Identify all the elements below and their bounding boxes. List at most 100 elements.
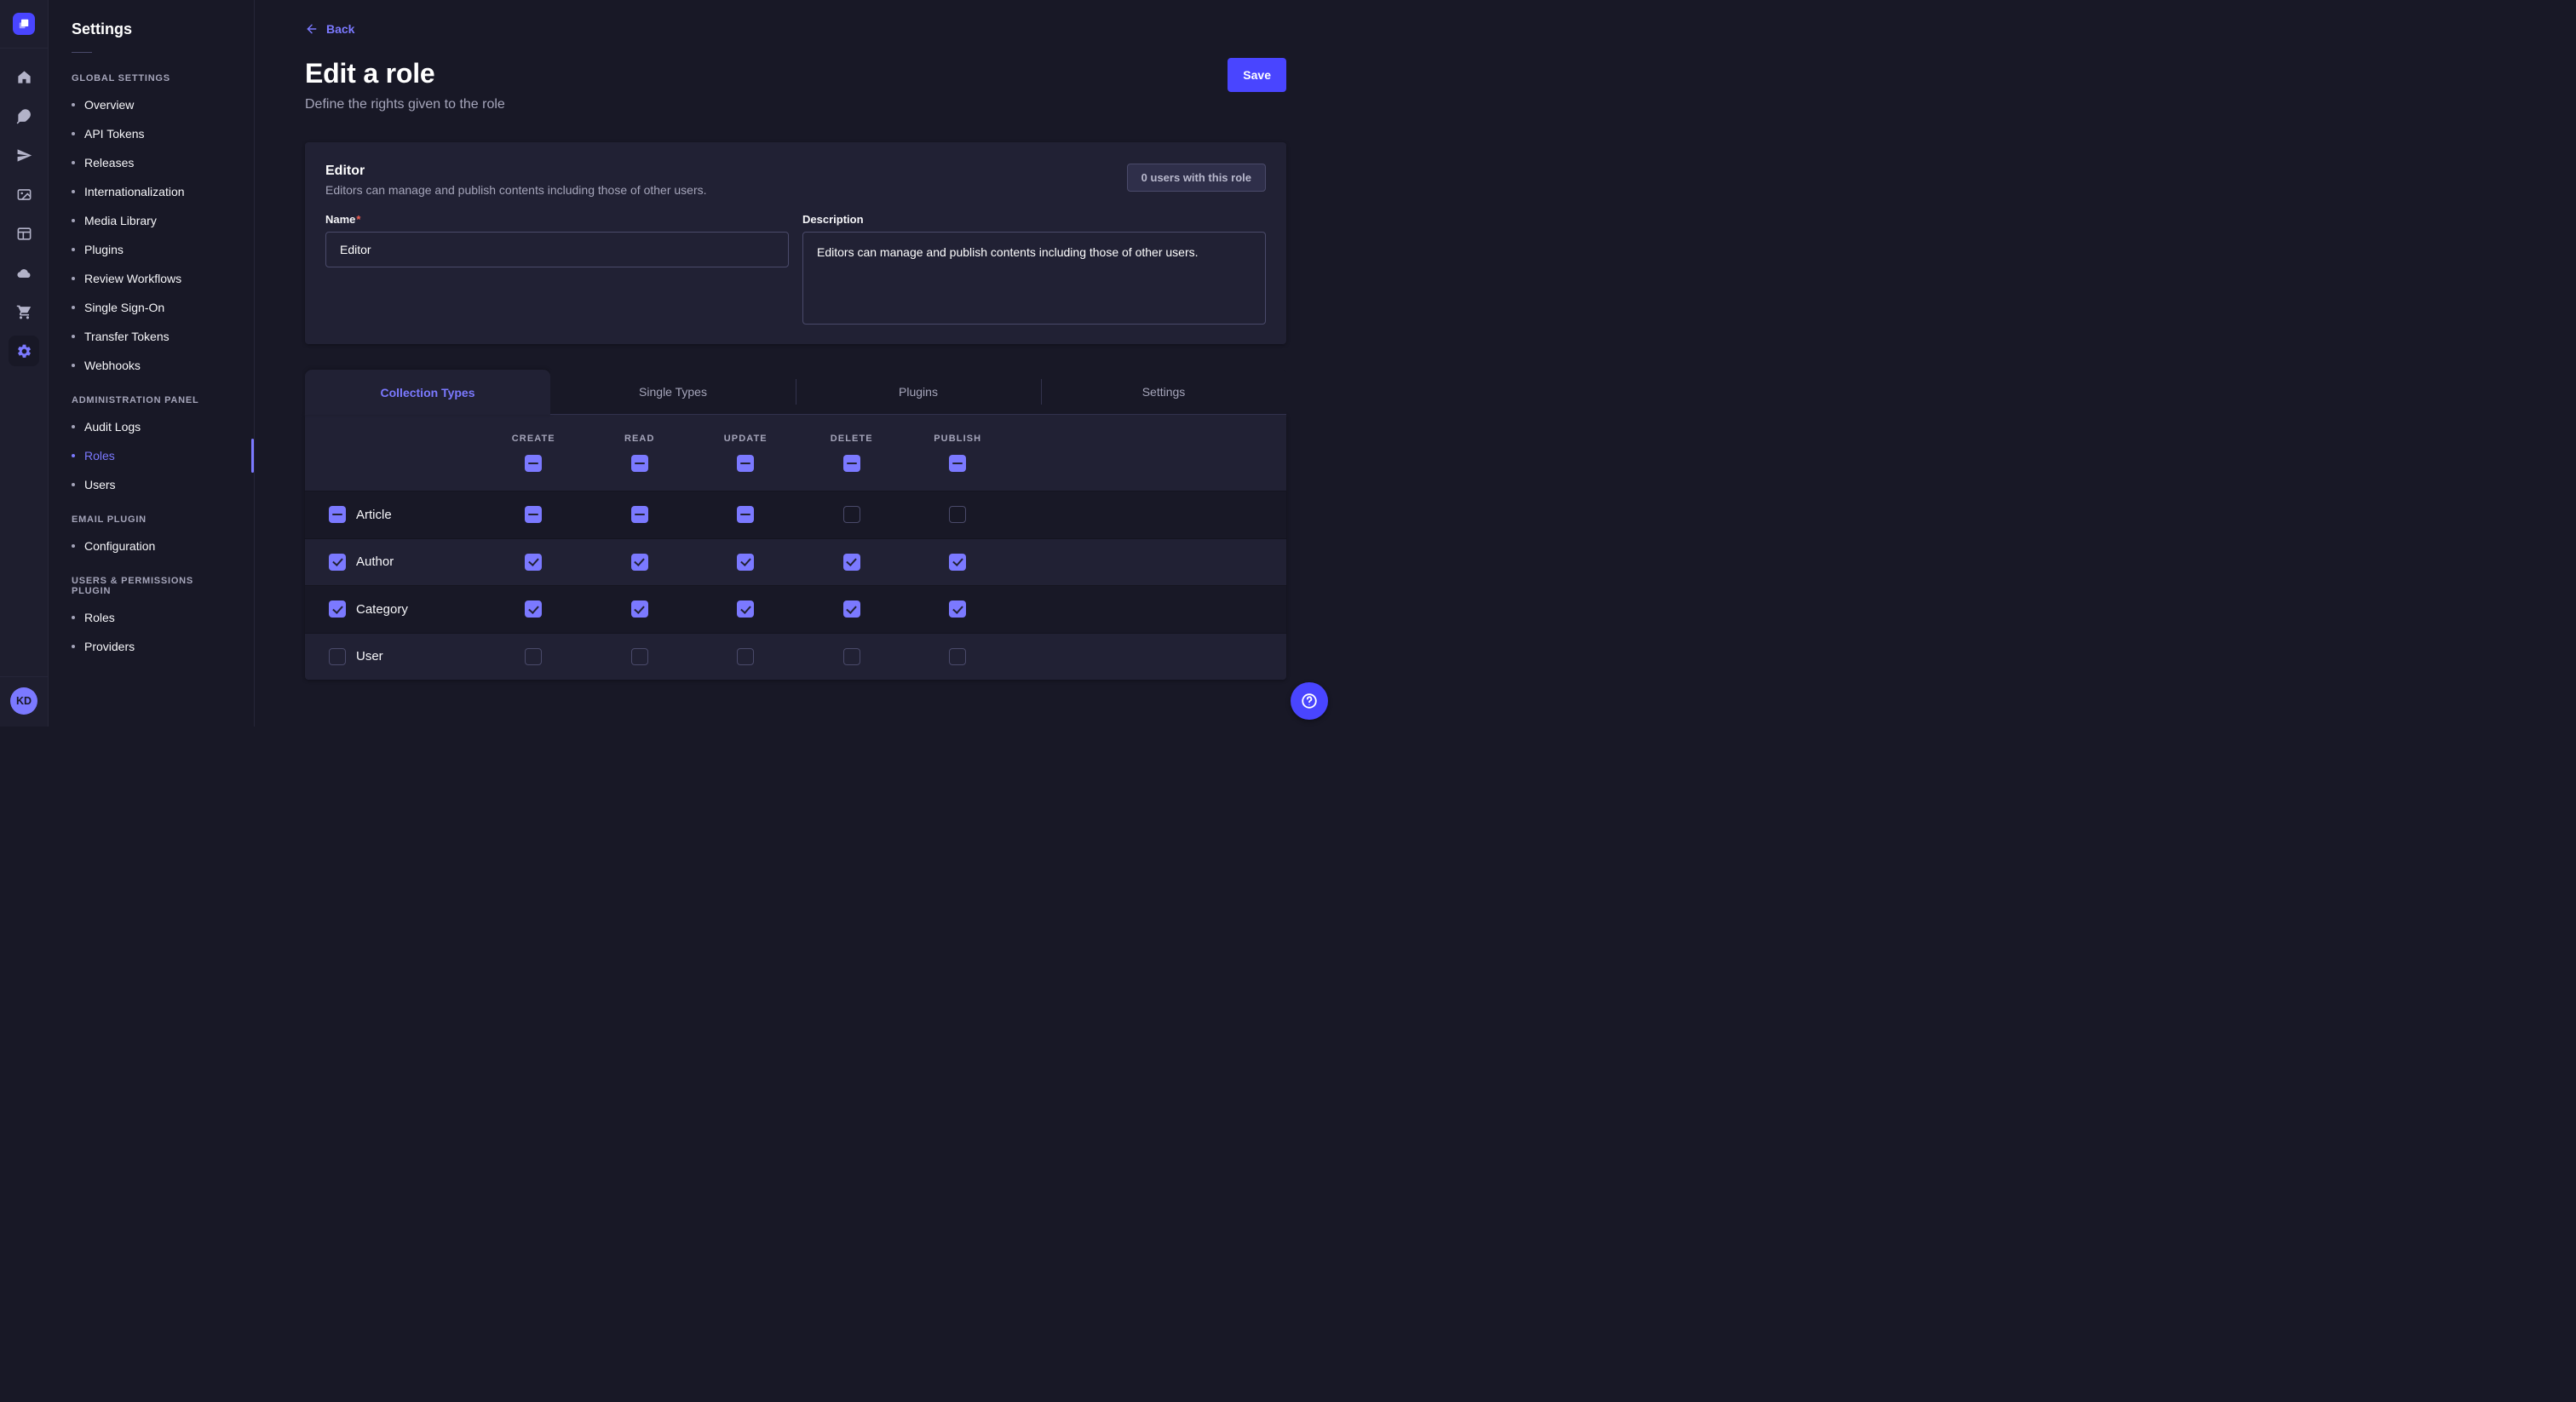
column-publish: PUBLISH — [905, 434, 1011, 472]
permissions-table-header: CREATEREADUPDATEDELETEPUBLISH — [305, 415, 1286, 491]
author-delete-checkbox[interactable] — [843, 554, 860, 571]
sidebar-item-users[interactable]: Users — [49, 470, 254, 499]
tab-plugins[interactable]: Plugins — [796, 370, 1041, 415]
sidebar-item-roles[interactable]: Roles — [49, 603, 254, 632]
role-card-title: Editor — [325, 164, 707, 179]
row-label: Category — [356, 602, 408, 617]
permission-cell — [587, 600, 693, 618]
sidebar-item-plugins[interactable]: Plugins — [49, 235, 254, 264]
sidebar-section-label: ADMINISTRATION PANEL — [49, 387, 254, 412]
help-button[interactable] — [1291, 682, 1328, 720]
sidebar-item-api-tokens[interactable]: API Tokens — [49, 119, 254, 148]
author-create-checkbox[interactable] — [525, 554, 542, 571]
select-all-read-checkbox[interactable] — [631, 455, 648, 472]
select-all-publish-checkbox[interactable] — [949, 455, 966, 472]
select-all-delete-checkbox[interactable] — [843, 455, 860, 472]
permissions-section: Collection TypesSingle TypesPluginsSetti… — [305, 370, 1286, 680]
sidebar-item-label: Configuration — [84, 539, 155, 553]
subnav-sections: GLOBAL SETTINGS Overview API Tokens Release… — [49, 65, 254, 661]
sidebar-item-releases[interactable]: Releases — [49, 148, 254, 177]
paper-plane-icon[interactable] — [9, 140, 39, 170]
select-row-user-checkbox[interactable] — [329, 648, 346, 665]
category-read-checkbox[interactable] — [631, 600, 648, 618]
permission-cell — [693, 554, 799, 571]
sidebar-item-internationalization[interactable]: Internationalization — [49, 177, 254, 206]
author-update-checkbox[interactable] — [737, 554, 754, 571]
bullet-icon — [72, 277, 75, 280]
table-row: Author — [305, 538, 1286, 586]
required-asterisk: * — [356, 213, 360, 226]
user-create-checkbox[interactable] — [525, 648, 542, 665]
article-create-checkbox[interactable] — [525, 506, 542, 523]
sidebar-item-label: Overview — [84, 98, 134, 112]
sidebar-item-providers[interactable]: Providers — [49, 632, 254, 661]
sidebar-item-label: Media Library — [84, 214, 157, 227]
article-read-checkbox[interactable] — [631, 506, 648, 523]
role-description-textarea[interactable]: Editors can manage and publish contents … — [802, 232, 1266, 325]
sidebar-item-roles[interactable]: Roles — [49, 441, 254, 470]
table-row: Category — [305, 585, 1286, 633]
category-publish-checkbox[interactable] — [949, 600, 966, 618]
layout-icon[interactable] — [9, 218, 39, 249]
author-publish-checkbox[interactable] — [949, 554, 966, 571]
column-create: CREATE — [480, 434, 587, 472]
user-read-checkbox[interactable] — [631, 648, 648, 665]
user-update-checkbox[interactable] — [737, 648, 754, 665]
column-label: DELETE — [831, 434, 873, 444]
back-link[interactable]: Back — [305, 22, 354, 36]
bullet-icon — [72, 219, 75, 222]
sidebar-item-configuration[interactable]: Configuration — [49, 531, 254, 560]
sidebar-item-single-sign-on[interactable]: Single Sign-On — [49, 293, 254, 322]
role-name-input[interactable] — [325, 232, 789, 267]
sidebar-item-webhooks[interactable]: Webhooks — [49, 351, 254, 380]
home-icon[interactable] — [9, 61, 39, 92]
permission-cell — [587, 648, 693, 665]
tab-single-types[interactable]: Single Types — [550, 370, 796, 415]
bullet-icon — [72, 364, 75, 367]
select-row-author-checkbox[interactable] — [329, 554, 346, 571]
category-update-checkbox[interactable] — [737, 600, 754, 618]
tab-collection-types[interactable]: Collection Types — [305, 370, 550, 415]
permissions-table-body: ArticleAuthorCategoryUser — [305, 491, 1286, 680]
sidebar-item-review-workflows[interactable]: Review Workflows — [49, 264, 254, 293]
sidebar-item-label: API Tokens — [84, 127, 145, 141]
bullet-icon — [72, 544, 75, 548]
row-category-label-cell: Category — [305, 600, 480, 618]
marketplace-cart-icon[interactable] — [9, 296, 39, 327]
author-read-checkbox[interactable] — [631, 554, 648, 571]
sidebar-item-label: Internationalization — [84, 185, 185, 198]
cloud-icon[interactable] — [9, 257, 39, 288]
category-delete-checkbox[interactable] — [843, 600, 860, 618]
user-avatar[interactable]: KD — [10, 687, 37, 715]
sidebar-section-label: GLOBAL SETTINGS — [49, 65, 254, 90]
select-row-category-checkbox[interactable] — [329, 600, 346, 618]
category-create-checkbox[interactable] — [525, 600, 542, 618]
media-library-icon[interactable] — [9, 179, 39, 210]
page-title: Edit a role — [305, 58, 505, 89]
strapi-logo-icon[interactable] — [13, 13, 35, 35]
users-with-role-button[interactable]: 0 users with this role — [1127, 164, 1266, 192]
sidebar-section-label: USERS & PERMISSIONS PLUGIN — [49, 567, 254, 603]
article-update-checkbox[interactable] — [737, 506, 754, 523]
settings-gear-icon[interactable] — [9, 336, 39, 366]
bullet-icon — [72, 161, 75, 164]
save-button[interactable]: Save — [1228, 58, 1286, 92]
settings-subnav: Settings GLOBAL SETTINGSOverviewAPI Toke… — [49, 0, 255, 727]
role-card-subtitle: Editors can manage and publish contents … — [325, 183, 707, 197]
user-delete-checkbox[interactable] — [843, 648, 860, 665]
tab-settings[interactable]: Settings — [1041, 370, 1286, 415]
sidebar-item-overview[interactable]: Overview — [49, 90, 254, 119]
description-label: Description — [802, 213, 1266, 226]
row-article-label-cell: Article — [305, 506, 480, 523]
select-all-create-checkbox[interactable] — [525, 455, 542, 472]
article-publish-checkbox[interactable] — [949, 506, 966, 523]
row-author-label-cell: Author — [305, 554, 480, 571]
sidebar-item-transfer-tokens[interactable]: Transfer Tokens — [49, 322, 254, 351]
sidebar-item-audit-logs[interactable]: Audit Logs — [49, 412, 254, 441]
article-delete-checkbox[interactable] — [843, 506, 860, 523]
user-publish-checkbox[interactable] — [949, 648, 966, 665]
sidebar-item-media-library[interactable]: Media Library — [49, 206, 254, 235]
feather-icon[interactable] — [9, 101, 39, 131]
select-row-article-checkbox[interactable] — [329, 506, 346, 523]
select-all-update-checkbox[interactable] — [737, 455, 754, 472]
